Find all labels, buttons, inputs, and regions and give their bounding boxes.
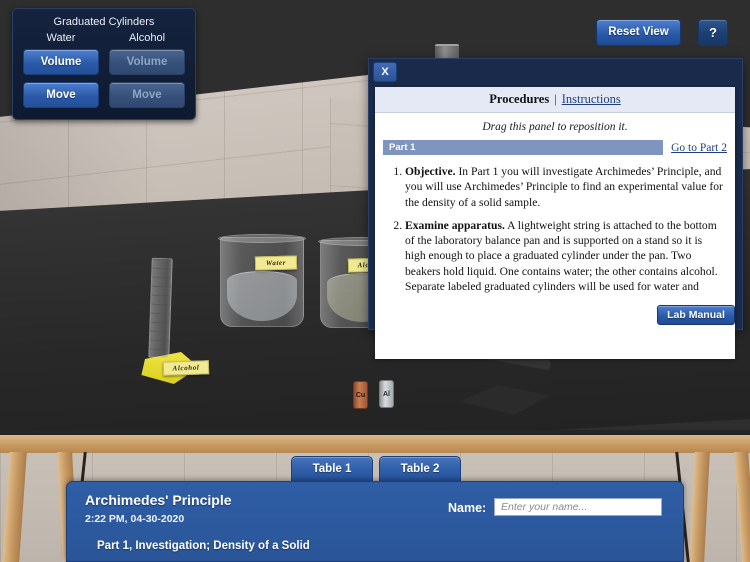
cylinder-column-alcohol: Alcohol Volume Move bbox=[109, 32, 185, 115]
procedures-steps: Objective. In Part 1 you will investigat… bbox=[375, 155, 735, 294]
alcohol-volume-button[interactable]: Volume bbox=[109, 49, 185, 75]
page-title: Archimedes' Principle bbox=[85, 492, 232, 508]
reset-view-button[interactable]: Reset View bbox=[596, 19, 681, 46]
lab-manual-button[interactable]: Lab Manual bbox=[657, 305, 735, 325]
beaker-water[interactable] bbox=[218, 234, 306, 327]
cylinder-label-alcohol: Alcohol bbox=[162, 360, 210, 376]
step-lead: Examine apparatus. bbox=[405, 218, 505, 232]
alcohol-move-button[interactable]: Move bbox=[109, 82, 185, 108]
graduated-cylinders-title: Graduated Cylinders bbox=[53, 16, 155, 28]
cylinder-graduation-ticks bbox=[149, 258, 172, 358]
procedures-panel[interactable]: X Procedures | Instructions Drag this pa… bbox=[368, 58, 743, 359]
sample-aluminum[interactable]: Al bbox=[379, 380, 394, 408]
tab-instructions[interactable]: Instructions bbox=[562, 92, 621, 107]
graduated-cylinders-panel: Graduated Cylinders Water Volume Move Al… bbox=[12, 8, 196, 120]
procedure-step: Examine apparatus. A lightweight string … bbox=[405, 218, 725, 294]
sample-copper[interactable]: Cu bbox=[353, 381, 368, 409]
tab-table-1[interactable]: Table 1 bbox=[291, 456, 373, 483]
step-lead: Objective. bbox=[405, 165, 456, 178]
part-indicator-bar: Part 1 bbox=[383, 140, 664, 155]
beaker-label-water: Water bbox=[254, 255, 298, 271]
name-label: Name: bbox=[448, 501, 487, 515]
beaker-rim bbox=[218, 234, 306, 243]
procedures-part-row: Part 1 Go to Part 2 bbox=[375, 140, 735, 155]
water-volume-button[interactable]: Volume bbox=[23, 49, 99, 75]
help-button[interactable]: ? bbox=[698, 19, 728, 46]
column-header-water: Water bbox=[46, 32, 76, 44]
data-panel: Archimedes' Principle 2:22 PM, 04-30-202… bbox=[66, 481, 684, 562]
panel-subtitle: Part 1, Investigation; Density of a Soli… bbox=[97, 540, 310, 552]
column-header-alcohol: Alcohol bbox=[128, 32, 166, 44]
header-separator: | bbox=[554, 92, 557, 106]
beaker-liquid-water bbox=[227, 270, 297, 321]
tab-procedures[interactable]: Procedures bbox=[489, 92, 549, 107]
drag-hint-text: Drag this panel to reposition it. bbox=[482, 121, 628, 133]
graduated-cylinder[interactable] bbox=[148, 257, 173, 359]
cylinder-column-water: Water Volume Move bbox=[23, 32, 99, 115]
goto-part-2-link[interactable]: Go to Part 2 bbox=[671, 142, 727, 154]
tab-table-2[interactable]: Table 2 bbox=[379, 456, 461, 483]
timestamp: 2:22 PM, 04-30-2020 bbox=[85, 513, 185, 525]
close-icon[interactable]: X bbox=[373, 62, 397, 82]
procedure-step: Objective. In Part 1 you will investigat… bbox=[405, 164, 725, 210]
wooden-table-top bbox=[0, 435, 750, 453]
procedures-header: Procedures | Instructions bbox=[375, 87, 735, 113]
water-move-button[interactable]: Move bbox=[23, 82, 99, 108]
simulation-stage: Alcohol Water Alcohol Cu Al Graduated Cy… bbox=[0, 0, 750, 562]
name-input[interactable] bbox=[494, 498, 662, 516]
